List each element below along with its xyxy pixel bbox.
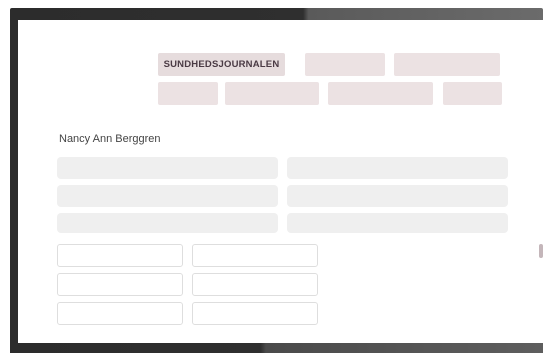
info-field [57,213,278,233]
info-field [57,157,278,179]
info-field [287,213,508,233]
edge-marker [539,244,543,258]
info-field [287,157,508,179]
input-box[interactable] [192,273,318,296]
tab-sundhedsjournalen[interactable]: SUNDHEDSJOURNALEN [158,53,285,76]
input-box[interactable] [57,273,183,296]
info-field [57,185,278,207]
tab-placeholder[interactable] [158,82,218,105]
tab-placeholder[interactable] [394,53,500,76]
input-box[interactable] [57,244,183,267]
input-box[interactable] [57,302,183,325]
device-bezel-bottom [10,343,543,353]
input-box[interactable] [192,244,318,267]
info-field [287,185,508,207]
tab-placeholder[interactable] [225,82,319,105]
tab-placeholder[interactable] [305,53,385,76]
tab-placeholder[interactable] [443,82,502,105]
fade-overlay [318,238,358,338]
app-screen: SUNDHEDSJOURNALEN Nancy Ann Berggren [18,20,543,343]
patient-name: Nancy Ann Berggren [59,133,161,145]
input-box[interactable] [192,302,318,325]
device-mockup: SUNDHEDSJOURNALEN Nancy Ann Berggren [0,0,543,355]
tab-placeholder[interactable] [328,82,433,105]
